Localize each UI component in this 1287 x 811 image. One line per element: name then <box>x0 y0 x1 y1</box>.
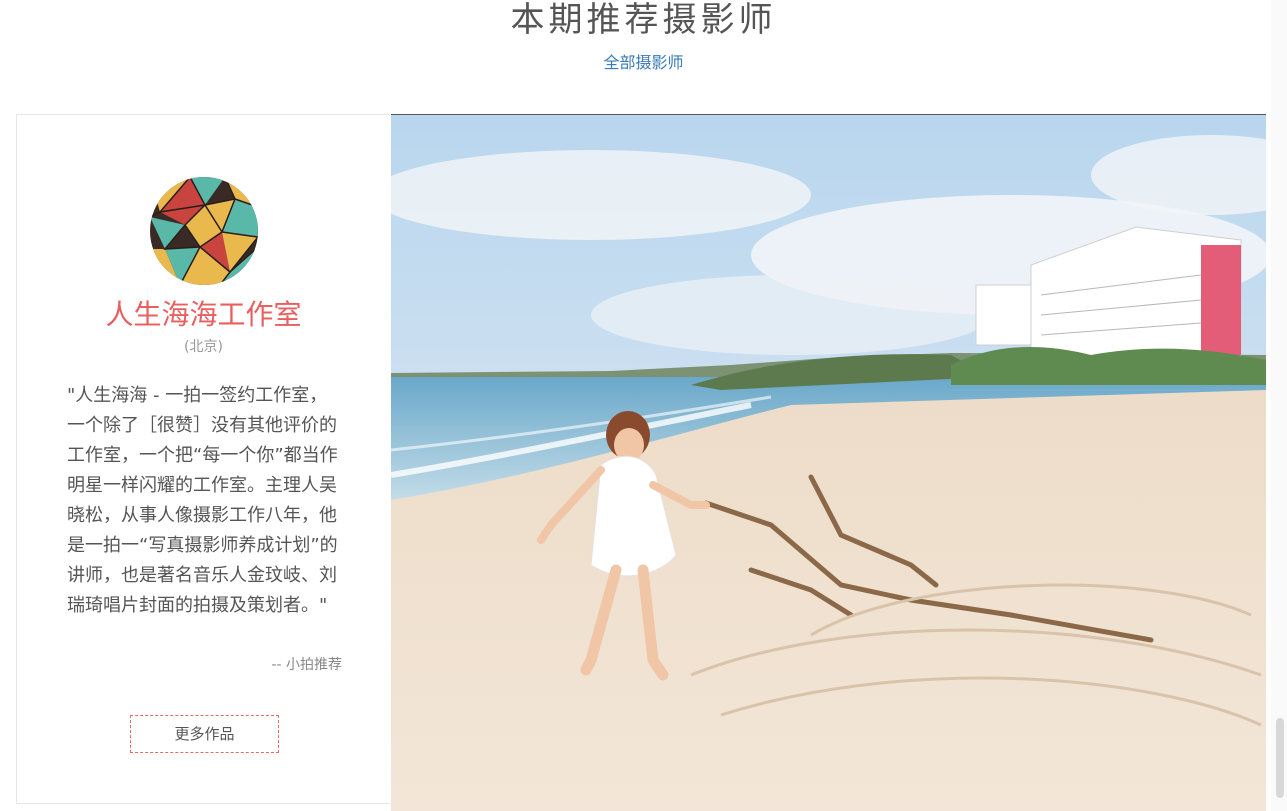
avatar[interactable] <box>150 177 258 285</box>
more-works-button[interactable]: 更多作品 <box>130 715 279 753</box>
all-photographers-link[interactable]: 全部摄影师 <box>0 52 1287 74</box>
featured-photo[interactable] <box>391 114 1266 811</box>
photographer-card: 人生海海工作室 (北京) "人生海海 - 一拍一签约工作室，一个除了［很赞］没有… <box>16 114 390 804</box>
studio-name[interactable]: 人生海海工作室 <box>17 295 390 335</box>
scrollbar-thumb[interactable] <box>1276 718 1284 798</box>
studio-description: "人生海海 - 一拍一签约工作室，一个除了［很赞］没有其他评价的工作室，一个把“… <box>67 385 338 616</box>
geometric-avatar-icon <box>150 177 258 285</box>
beach-photo-image <box>391 115 1266 811</box>
studio-location: (北京) <box>184 339 223 355</box>
page-title: 本期推荐摄影师 <box>510 0 777 40</box>
recommended-by: -- 小拍推荐 <box>271 657 342 673</box>
scrollbar[interactable] <box>1271 0 1287 811</box>
